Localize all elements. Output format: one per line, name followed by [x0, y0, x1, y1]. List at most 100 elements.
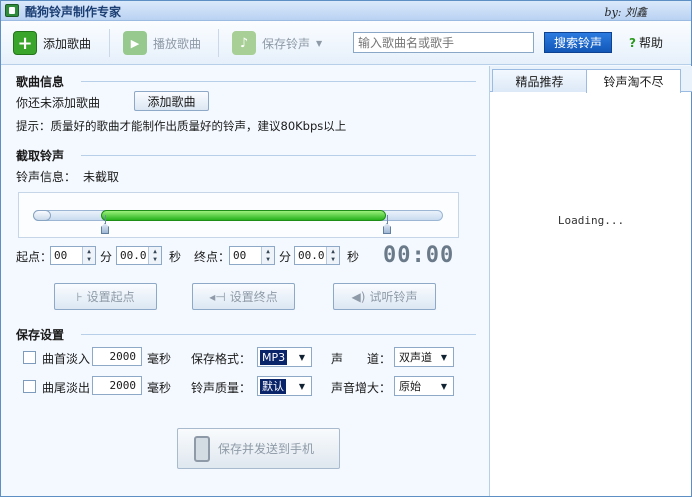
search-button[interactable]: 搜索铃声 — [544, 32, 612, 53]
time-display: 00:00 — [383, 243, 455, 268]
quality-value: 默认 — [260, 378, 286, 394]
recommend-panel: 精品推荐 铃声淘不尽 Loading... — [489, 66, 692, 496]
start-minute-value: 00 — [54, 249, 68, 262]
fade-out-input[interactable]: 2000 — [92, 376, 142, 395]
spin-arrows-icon[interactable]: ▲ ▼ — [82, 247, 95, 264]
chevron-down-icon[interactable]: ▼ — [436, 378, 452, 394]
end-label: 终点： — [194, 250, 231, 264]
loading-text: Loading... — [557, 214, 625, 227]
save-and-send-label: 保存并发送到手机 — [218, 442, 315, 456]
fade-in-input[interactable]: 2000 — [92, 347, 142, 366]
toolbar: + 添加歌曲 ▶ 播放歌曲 ♪ 保存铃声 ▼ 搜索铃声 ? 帮助 — [1, 21, 691, 65]
spin-arrows-icon[interactable]: ▲ ▼ — [326, 247, 339, 264]
author-signature: by: 刘鑫 — [604, 6, 647, 19]
preview-button[interactable]: ◀) 试听铃声 — [333, 283, 436, 310]
spin-arrows-icon[interactable]: ▲ ▼ — [261, 247, 274, 264]
start-second-value: 00.0 — [120, 249, 147, 262]
search-input[interactable] — [353, 32, 534, 53]
format-value: MP3 — [260, 349, 288, 365]
minute-unit: 分 — [279, 250, 292, 264]
chevron-down-icon[interactable]: ▼ — [316, 39, 322, 48]
fade-in-checkbox[interactable] — [23, 351, 36, 364]
ms-unit: 毫秒 — [147, 352, 172, 366]
start-label: 起点： — [16, 250, 53, 264]
format-select[interactable]: MP3 ▼ — [257, 347, 312, 367]
chevron-down-icon[interactable]: ▼ — [436, 349, 452, 365]
help-button[interactable]: ? 帮助 — [629, 34, 663, 51]
song-status: 你还未添加歌曲 — [16, 96, 101, 110]
song-info-heading: 歌曲信息 — [16, 75, 65, 89]
chevron-down-icon[interactable]: ▼ — [294, 378, 310, 394]
start-handle[interactable] — [101, 223, 109, 234]
quality-label: 铃声质量： — [191, 381, 252, 395]
bracket-start-icon: ⊦ — [76, 289, 83, 304]
format-label: 保存格式： — [191, 352, 252, 366]
end-second-value: 00.0 — [298, 249, 325, 262]
start-minute-stepper[interactable]: 00 ▲ ▼ — [50, 246, 96, 265]
fade-out-checkbox[interactable] — [23, 380, 36, 393]
play-icon: ▶ — [123, 31, 147, 55]
ringtone-info-value: 未截取 — [83, 170, 120, 184]
add-song-inline-button[interactable]: 添加歌曲 — [134, 91, 209, 111]
ms-unit: 毫秒 — [147, 381, 172, 395]
music-note-icon: ♪ — [232, 31, 256, 55]
play-song-label: 播放歌曲 — [153, 36, 202, 51]
save-ringtone-button[interactable]: ♪ 保存铃声 ▼ — [232, 31, 322, 55]
volume-select[interactable]: 原始 ▼ — [394, 376, 454, 396]
tab-bar: 精品推荐 铃声淘不尽 — [490, 66, 692, 93]
end-second-stepper[interactable]: 00.0 ▲ ▼ — [294, 246, 340, 265]
tab-more-ringtones[interactable]: 铃声淘不尽 — [586, 69, 681, 93]
minute-unit: 分 — [100, 250, 113, 264]
set-end-label: 设置终点 — [229, 290, 278, 304]
start-second-stepper[interactable]: 00.0 ▲ ▼ — [116, 246, 162, 265]
section-divider — [81, 334, 476, 335]
play-song-button[interactable]: ▶ 播放歌曲 — [123, 31, 201, 55]
save-settings-heading: 保存设置 — [16, 328, 65, 342]
speaker-icon: ◀) — [351, 289, 366, 304]
title-bar: 酷狗铃声制作专家 by: 刘鑫 — [1, 1, 691, 21]
set-start-label: 设置起点 — [86, 290, 135, 304]
save-ringtone-label: 保存铃声 — [262, 36, 311, 51]
help-icon: ? — [629, 35, 636, 50]
bracket-end-icon: ◂⊣ — [209, 289, 226, 304]
second-unit: 秒 — [347, 250, 360, 264]
window-title: 酷狗铃声制作专家 — [25, 5, 122, 19]
channel-select[interactable]: 双声道 ▼ — [394, 347, 454, 367]
save-and-send-button[interactable]: 保存并发送到手机 — [177, 428, 340, 469]
fade-in-label: 曲首淡入 — [42, 352, 91, 366]
spin-arrows-icon[interactable]: ▲ ▼ — [148, 247, 161, 264]
help-label: 帮助 — [638, 36, 663, 50]
section-divider — [81, 81, 476, 82]
tab-featured[interactable]: 精品推荐 — [492, 69, 587, 92]
set-start-button[interactable]: ⊦ 设置起点 — [54, 283, 157, 310]
channel-value: 双声道 — [399, 350, 432, 364]
end-minute-value: 00 — [233, 249, 247, 262]
add-song-label: 添加歌曲 — [43, 36, 92, 51]
plus-icon: + — [13, 31, 37, 55]
chevron-down-icon[interactable]: ▼ — [294, 349, 310, 365]
quality-tip: 提示：质量好的歌曲才能制作出质量好的铃声，建议80Kbps以上 — [16, 119, 347, 133]
channel-label: 声 道： — [331, 352, 392, 366]
set-end-button[interactable]: ◂⊣ 设置终点 — [192, 283, 295, 310]
editor-panel: 歌曲信息 你还未添加歌曲 添加歌曲 提示：质量好的歌曲才能制作出质量好的铃声，建… — [1, 66, 488, 496]
phone-icon — [194, 435, 210, 462]
end-minute-stepper[interactable]: 00 ▲ ▼ — [229, 246, 275, 265]
second-unit: 秒 — [169, 250, 182, 264]
app-window: 酷狗铃声制作专家 by: 刘鑫 + 添加歌曲 ▶ 播放歌曲 ♪ 保存铃声 ▼ 搜… — [0, 0, 692, 497]
toolbar-divider — [218, 29, 219, 57]
cut-heading: 截取铃声 — [16, 149, 65, 163]
quality-select[interactable]: 默认 ▼ — [257, 376, 312, 396]
ringtone-info-label: 铃声信息： — [16, 170, 77, 184]
volume-label: 声音增大： — [331, 381, 392, 395]
toolbar-divider — [109, 29, 110, 57]
section-divider — [81, 155, 476, 156]
preview-label: 试听铃声 — [369, 290, 418, 304]
add-song-button[interactable]: + 添加歌曲 — [13, 31, 91, 55]
selection-range[interactable] — [101, 210, 386, 221]
range-slider[interactable] — [18, 192, 459, 238]
fade-out-label: 曲尾淡出 — [42, 381, 91, 395]
end-handle[interactable] — [383, 223, 391, 234]
volume-value: 原始 — [399, 379, 421, 393]
slider-left-cap — [33, 210, 51, 221]
app-logo-icon — [5, 4, 19, 17]
